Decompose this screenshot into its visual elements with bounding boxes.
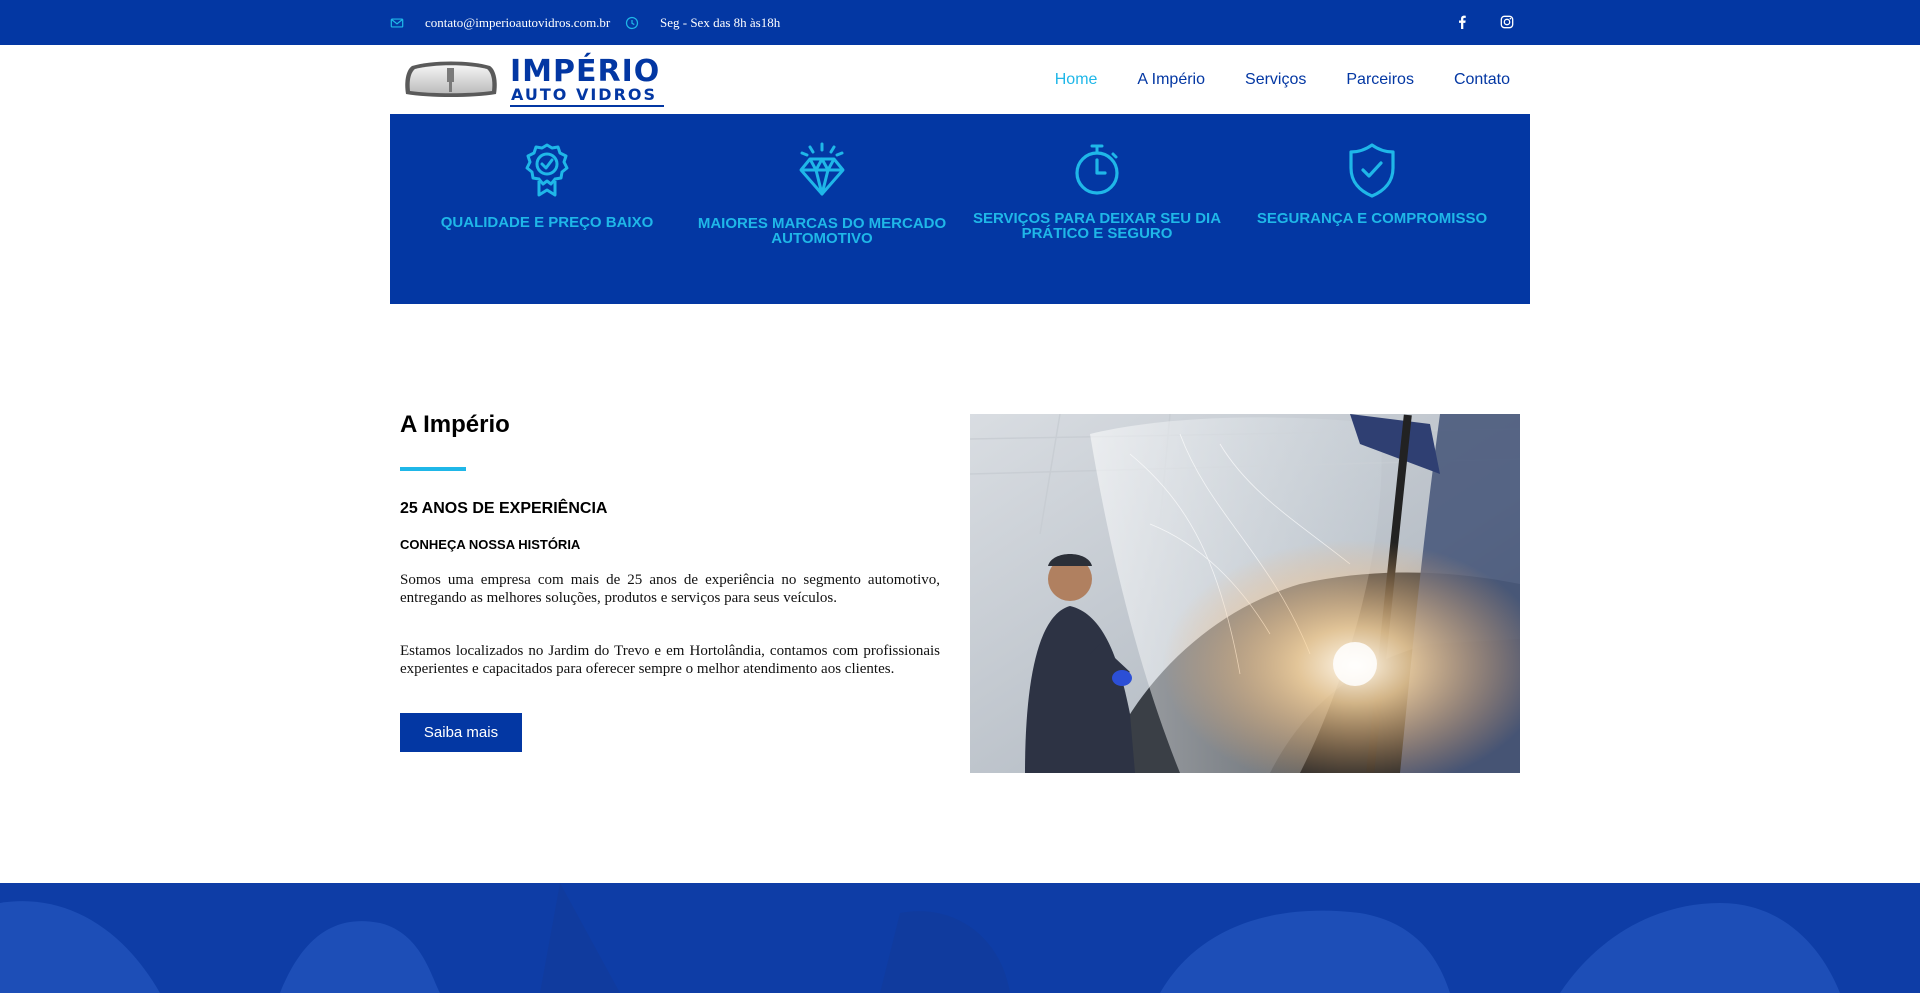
about-paragraph-1: Somos uma empresa com mais de 25 anos de… [400, 572, 940, 606]
feature-services-text: SERVIÇOS PARA DEIXAR SEU DIA PRÁTICO E S… [972, 210, 1222, 242]
logo-subtitle: AUTO VIDROS [511, 85, 658, 104]
feature-quality-text: QUALIDADE E PREÇO BAIXO [440, 214, 654, 231]
feature-services: SERVIÇOS PARA DEIXAR SEU DIA PRÁTICO E S… [972, 114, 1222, 304]
stopwatch-icon [1075, 144, 1119, 195]
nav-home[interactable]: Home [1035, 71, 1118, 89]
feature-security-text: SEGURANÇA E COMPROMISSO [1256, 210, 1488, 227]
clock-icon [625, 16, 639, 29]
shield-check-icon [1349, 143, 1395, 198]
logo-title: IMPÉRIO [510, 54, 661, 89]
business-hours-text: Seg - Sex das 8h às18h [660, 14, 781, 30]
main-nav: Home A Império Serviços Parceiros Contat… [1035, 45, 1530, 114]
nav-servicos[interactable]: Serviços [1225, 71, 1326, 89]
feature-security: SEGURANÇA E COMPROMISSO [1247, 114, 1497, 304]
windshield-logo-icon [405, 61, 497, 97]
contact-email-text: contato@imperioautovidros.com.br [425, 14, 611, 30]
facebook-icon [1459, 15, 1466, 29]
business-hours: Seg - Sex das 8h às18h [625, 0, 780, 45]
about-kicker: CONHEÇA NOSSA HISTÓRIA [400, 537, 581, 552]
feature-quality: QUALIDADE E PREÇO BAIXO [422, 114, 672, 304]
about-subtitle: 25 ANOS DE EXPERIÊNCIA [400, 500, 608, 517]
contact-email[interactable]: contato@imperioautovidros.com.br [390, 0, 610, 45]
instagram-icon [1500, 15, 1514, 29]
diamond-icon [799, 142, 845, 196]
nav-parceiros[interactable]: Parceiros [1326, 71, 1434, 89]
feature-brands: MAIORES MARCAS DO MERCADO AUTOMOTIVO [697, 114, 947, 304]
facebook-link[interactable] [1454, 14, 1470, 30]
about-title-rule [400, 467, 466, 471]
about-paragraph-2: Estamos localizados no Jardim do Trevo e… [400, 643, 940, 677]
about-title: A Império [400, 411, 510, 438]
site-header: IMPÉRIO AUTO VIDROS Home A Império Servi… [0, 45, 1920, 114]
saiba-mais-button[interactable]: Saiba mais [400, 713, 522, 752]
top-bar-inner: contato@imperioautovidros.com.br Seg - S… [390, 0, 1530, 45]
envelope-icon [390, 17, 404, 28]
features-band: QUALIDADE E PREÇO BAIXO MAIORES MARCAS D… [390, 114, 1530, 304]
feature-brands-text: MAIORES MARCAS DO MERCADO AUTOMOTIVO [697, 215, 947, 247]
bottom-hero-band [0, 883, 1920, 993]
top-bar: contato@imperioautovidros.com.br Seg - S… [0, 0, 1920, 45]
windshield-repair-photo [970, 414, 1520, 773]
site-logo[interactable]: IMPÉRIO AUTO VIDROS [400, 54, 670, 107]
nav-a-imperio[interactable]: A Império [1117, 71, 1225, 89]
award-badge-icon [525, 143, 569, 197]
instagram-link[interactable] [1499, 14, 1515, 30]
nav-contato[interactable]: Contato [1434, 71, 1530, 89]
logo-underline [510, 105, 664, 107]
